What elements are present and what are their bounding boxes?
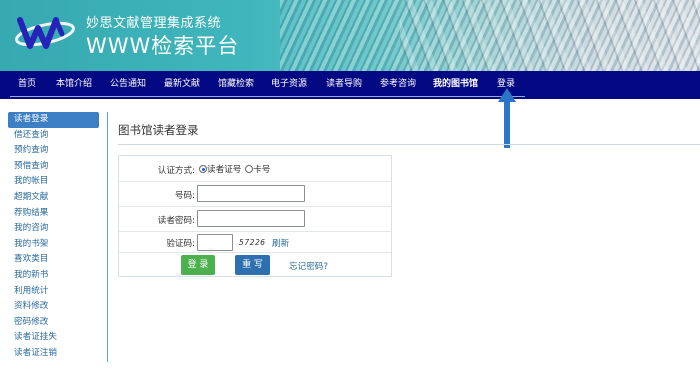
number-row: 号码: bbox=[119, 182, 391, 207]
nav-underline bbox=[10, 96, 525, 97]
sidebar-item-reservation[interactable]: 预约查询 bbox=[8, 143, 107, 159]
sidebar-item-my-new-books[interactable]: 我的新书 bbox=[8, 268, 107, 284]
sidebar-item-favorite-categories[interactable]: 喜欢类目 bbox=[8, 252, 107, 268]
sidebar-item-my-inquiries[interactable]: 我的咨询 bbox=[8, 221, 107, 237]
sidebar-item-cancel-card[interactable]: 读者证注销 bbox=[8, 346, 107, 362]
sidebar-item-change-password[interactable]: 密码修改 bbox=[8, 315, 107, 331]
sidebar-item-my-bookshelf[interactable]: 我的书架 bbox=[8, 237, 107, 253]
captcha-label: 验证码: bbox=[166, 239, 195, 249]
sidebar-item-pre-borrow[interactable]: 预借查询 bbox=[8, 159, 107, 175]
nav-item-home[interactable]: 首页 bbox=[18, 71, 36, 97]
number-input[interactable] bbox=[197, 185, 305, 202]
title-divider bbox=[118, 144, 700, 145]
sidebar-item-report-lost-card[interactable]: 读者证挂失 bbox=[8, 330, 107, 346]
sidebar-item-my-account[interactable]: 我的帐目 bbox=[8, 174, 107, 190]
refresh-captcha-link[interactable]: 刷新 bbox=[272, 237, 289, 249]
password-row: 读者密码: bbox=[119, 207, 391, 232]
banner-books-overlay bbox=[400, 0, 700, 71]
password-input[interactable] bbox=[197, 210, 305, 227]
auth-method-label: 认证方式: bbox=[157, 166, 195, 176]
number-label: 号码: bbox=[174, 191, 195, 201]
sidebar-item-usage-stats[interactable]: 利用统计 bbox=[8, 284, 107, 300]
sidebar: 读者登录 借还查询 预约查询 预借查询 我的帐目 超期文献 荐购结果 我的咨询 … bbox=[8, 112, 108, 362]
sidebar-item-reader-login[interactable]: 读者登录 bbox=[8, 112, 99, 128]
radio-reader-card[interactable] bbox=[199, 165, 207, 173]
captcha-input[interactable] bbox=[197, 234, 233, 251]
up-arrow-icon bbox=[498, 88, 516, 148]
reset-button[interactable]: 重 写 bbox=[235, 255, 270, 275]
nav-item-new-docs[interactable]: 最新文献 bbox=[164, 71, 200, 97]
sidebar-item-purchase-results[interactable]: 荐购结果 bbox=[8, 206, 107, 222]
nav-item-e-resources[interactable]: 电子资源 bbox=[271, 71, 307, 97]
nav-item-about[interactable]: 本馆介绍 bbox=[56, 71, 92, 97]
password-label: 读者密码: bbox=[157, 216, 195, 226]
nav-item-reference[interactable]: 参考咨询 bbox=[380, 71, 416, 97]
page-title: 图书馆读者登录 bbox=[118, 123, 199, 137]
header-banner: 妙思文献管理集成系统 WWW检索平台 bbox=[0, 0, 700, 71]
nav-item-catalog-search[interactable]: 馆藏检索 bbox=[218, 71, 254, 97]
radio-card-number-label: 卡号 bbox=[253, 165, 271, 175]
sidebar-item-overdue[interactable]: 超期文献 bbox=[8, 190, 107, 206]
site-title: WWW检索平台 bbox=[86, 34, 240, 58]
site-subtitle: 妙思文献管理集成系统 bbox=[86, 16, 222, 31]
nav-item-my-library[interactable]: 我的图书馆 bbox=[433, 71, 478, 97]
login-form: 认证方式: 读者证号 卡号 号码: 读者密码: 验证码: 57226 刷新 登 … bbox=[118, 155, 392, 277]
radio-card-number[interactable] bbox=[245, 165, 254, 173]
radio-reader-card-label: 读者证号 bbox=[207, 165, 242, 175]
captcha-image: 57226 bbox=[239, 238, 266, 247]
sidebar-item-borrow-return[interactable]: 借还查询 bbox=[8, 128, 107, 144]
auth-method-options: 读者证号 卡号 bbox=[199, 163, 270, 175]
forgot-password-link[interactable]: 忘记密码? bbox=[289, 260, 328, 272]
site-logo-icon bbox=[15, 17, 75, 49]
nav-item-reader-guide[interactable]: 读者导购 bbox=[326, 71, 362, 97]
captcha-row: 验证码: 57226 刷新 bbox=[119, 232, 391, 253]
login-button[interactable]: 登 录 bbox=[181, 255, 215, 275]
auth-method-row: 认证方式: 读者证号 卡号 bbox=[119, 156, 391, 182]
sidebar-item-edit-profile[interactable]: 资料修改 bbox=[8, 299, 107, 315]
main-nav: 首页 本馆介绍 公告通知 最新文献 馆藏检索 电子资源 读者导购 参考咨询 我的… bbox=[0, 71, 700, 99]
nav-item-notices[interactable]: 公告通知 bbox=[110, 71, 146, 97]
